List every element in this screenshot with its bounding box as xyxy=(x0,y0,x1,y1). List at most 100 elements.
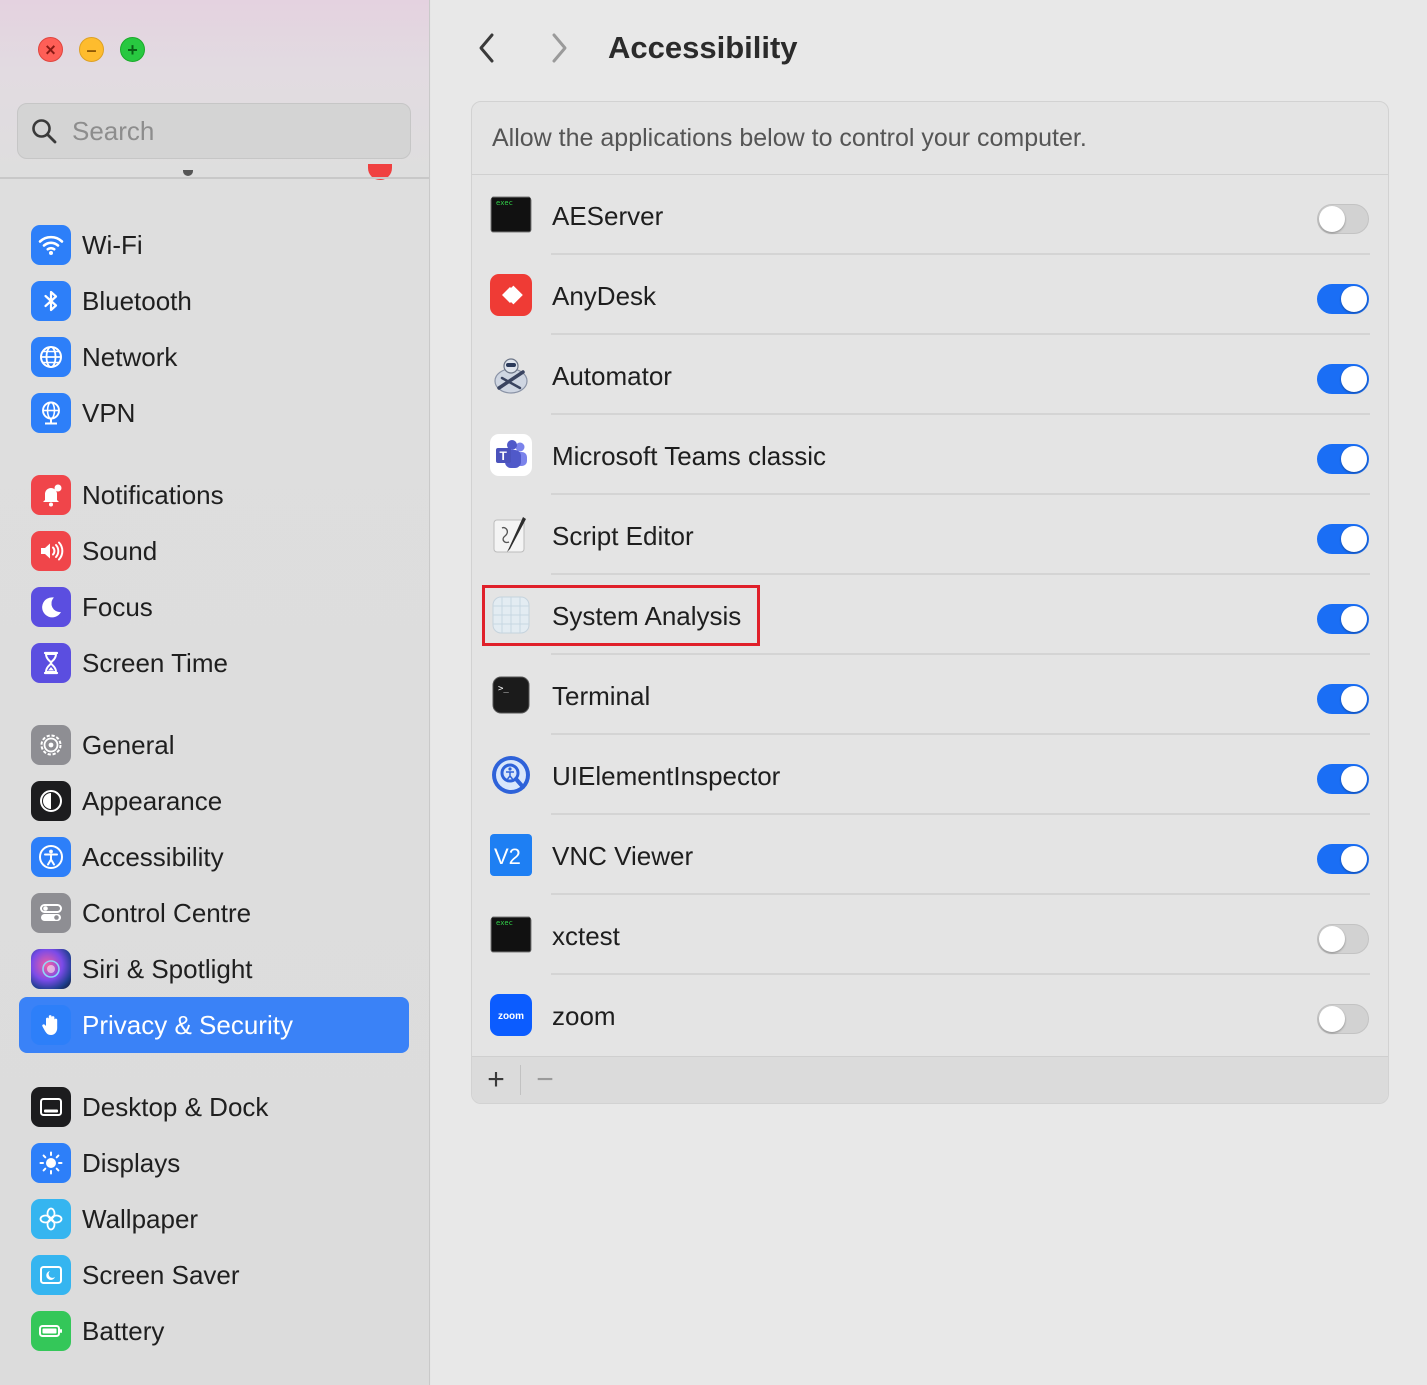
search-input[interactable] xyxy=(72,115,392,147)
back-button[interactable] xyxy=(467,28,507,68)
vpn-globe-icon xyxy=(31,393,71,433)
teams-icon: T xyxy=(490,434,532,476)
automator-toggle[interactable] xyxy=(1317,364,1369,394)
sidebar-item-wifi[interactable]: Wi-Fi xyxy=(19,217,409,273)
toggle-knob xyxy=(1319,1006,1345,1032)
chevron-left-icon xyxy=(479,33,494,63)
toggle-knob xyxy=(1341,846,1367,872)
zoom-icon: zoom xyxy=(490,994,532,1036)
exec-icon: exec xyxy=(490,194,532,236)
exec-icon-label: exec xyxy=(496,919,513,927)
sidebar-item-label: Displays xyxy=(82,1147,181,1178)
teams-icon-label: T xyxy=(500,449,508,463)
sidebar-item-label: Control Centre xyxy=(82,897,252,928)
app-row-uielementinspector: UIElementInspector xyxy=(472,735,1388,815)
terminal-toggle[interactable] xyxy=(1317,684,1369,714)
bluetooth-icon xyxy=(31,281,71,321)
sidebar-item-label: Siri & Spotlight xyxy=(82,953,253,984)
sidebar-item-label: Notifications xyxy=(82,479,224,510)
zoom-window-button[interactable]: + xyxy=(120,37,145,62)
appearance-icon xyxy=(31,781,71,821)
sidebar-item-siri-spotlight[interactable]: Siri & Spotlight xyxy=(19,941,409,997)
sidebar-item-bluetooth[interactable]: Bluetooth xyxy=(19,273,409,329)
generic-app-icon xyxy=(490,594,532,636)
globe-icon xyxy=(31,337,71,377)
main-content: Accessibility Allow the applications bel… xyxy=(431,0,1427,1385)
sidebar-item-label: Appearance xyxy=(82,785,223,816)
app-name: AnyDesk xyxy=(552,281,657,311)
terminal-icon: >_ xyxy=(490,674,532,716)
app-row-terminal: >_ Terminal xyxy=(472,655,1388,735)
sidebar-item-privacy-security[interactable]: Privacy & Security xyxy=(19,997,409,1053)
app-name: Script Editor xyxy=(552,521,694,551)
sidebar-item-label: Bluetooth xyxy=(82,285,192,316)
sidebar-item-network[interactable]: Network xyxy=(19,329,409,385)
terminal-icon-label: >_ xyxy=(498,684,509,694)
minimize-window-button[interactable]: – xyxy=(79,37,104,62)
automator-icon xyxy=(490,354,532,396)
sidebar-item-general[interactable]: General xyxy=(19,717,409,773)
toggle-knob xyxy=(1341,766,1367,792)
sidebar-item-focus[interactable]: Focus xyxy=(19,579,409,635)
moon-icon xyxy=(31,587,71,627)
app-name: AEServer xyxy=(552,201,664,231)
search-icon xyxy=(32,119,57,144)
minimize-icon: – xyxy=(86,39,97,60)
sidebar-item-screen-saver[interactable]: Screen Saver xyxy=(19,1247,409,1303)
sidebar-item-label: Wi-Fi xyxy=(82,229,143,260)
sidebar-item-accessibility[interactable]: Accessibility xyxy=(19,829,409,885)
uielementinspector-toggle[interactable] xyxy=(1317,764,1369,794)
sidebar-item-label: VPN xyxy=(82,397,136,428)
panel-description: Allow the applications below to control … xyxy=(472,102,1388,175)
close-window-button[interactable]: × xyxy=(38,37,63,62)
page-title: Accessibility xyxy=(608,30,798,65)
teams-toggle[interactable] xyxy=(1317,444,1369,474)
sidebar-item-screen-time[interactable]: Screen Time xyxy=(19,635,409,691)
forward-button[interactable] xyxy=(539,28,579,68)
sidebar-item-appearance[interactable]: Appearance xyxy=(19,773,409,829)
app-name: UIElementInspector xyxy=(552,761,781,791)
app-row-aeserver: exec AEServer xyxy=(472,175,1388,255)
sidebar-item-control-centre[interactable]: Control Centre xyxy=(19,885,409,941)
exec-icon: exec xyxy=(490,914,532,956)
sidebar-item-label: Battery xyxy=(82,1315,165,1346)
script-editor-icon xyxy=(490,514,532,556)
remove-app-button[interactable]: − xyxy=(521,1057,569,1104)
sidebar-item-label: Screen Saver xyxy=(82,1259,240,1290)
add-app-button[interactable]: + xyxy=(472,1057,520,1104)
sidebar-item-label: Focus xyxy=(82,591,153,622)
anydesk-toggle[interactable] xyxy=(1317,284,1369,314)
search-field[interactable] xyxy=(17,103,411,159)
sidebar-item-wallpaper[interactable]: Wallpaper xyxy=(19,1191,409,1247)
sidebar-item-label: Desktop & Dock xyxy=(82,1091,269,1122)
xctest-toggle[interactable] xyxy=(1317,924,1369,954)
sidebar-item-label: Accessibility xyxy=(82,841,224,872)
screen-saver-icon xyxy=(31,1255,71,1295)
zoom-toggle[interactable] xyxy=(1317,1004,1369,1034)
app-name: Microsoft Teams classic xyxy=(552,441,827,471)
sidebar-item-battery[interactable]: Battery xyxy=(19,1303,409,1359)
sidebar-item-sound[interactable]: Sound xyxy=(19,523,409,579)
zoom-icon-label: zoom xyxy=(498,1011,524,1022)
sidebar-item-vpn[interactable]: VPN xyxy=(19,385,409,441)
toggle-knob xyxy=(1341,526,1367,552)
sidebar-item-desktop-dock[interactable]: Desktop & Dock xyxy=(19,1079,409,1135)
toggle-knob xyxy=(1319,926,1345,952)
app-name: System Analysis xyxy=(552,601,742,631)
sidebar: × – + Wi-Fi Bluetooth Network VPN xyxy=(0,0,430,1385)
app-name: xctest xyxy=(552,921,620,951)
inspector-icon xyxy=(490,754,532,796)
sidebar-item-displays[interactable]: Displays xyxy=(19,1135,409,1191)
vnc-viewer-toggle[interactable] xyxy=(1317,844,1369,874)
wifi-icon xyxy=(31,225,71,265)
aeserver-toggle[interactable] xyxy=(1317,204,1369,234)
script-editor-toggle[interactable] xyxy=(1317,524,1369,554)
battery-icon xyxy=(31,1311,71,1351)
scrolled-item-fragment xyxy=(183,170,193,176)
system-analysis-toggle[interactable] xyxy=(1317,604,1369,634)
dock-icon xyxy=(31,1087,71,1127)
app-name: zoom xyxy=(552,1001,616,1031)
sidebar-item-label: Sound xyxy=(82,535,158,566)
sidebar-item-notifications[interactable]: Notifications xyxy=(19,467,409,523)
list-footer: + − xyxy=(472,1056,1388,1103)
